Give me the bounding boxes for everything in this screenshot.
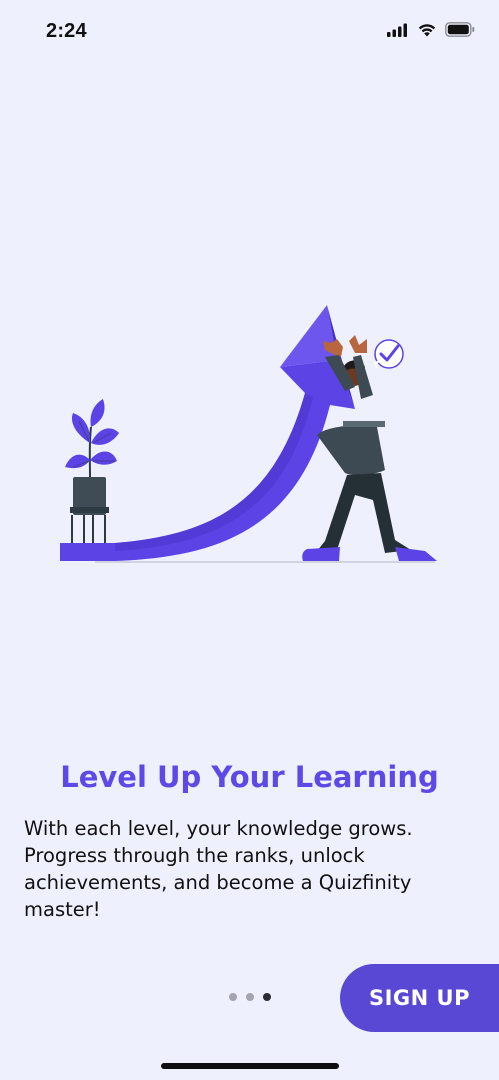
home-indicator[interactable] <box>161 1063 339 1069</box>
wifi-icon <box>418 24 436 37</box>
page-indicator <box>229 993 271 1001</box>
page-dot-3-active[interactable] <box>263 993 271 1001</box>
onboarding-description: With each level, your knowledge grows. P… <box>24 817 413 921</box>
battery-icon <box>445 22 475 37</box>
check-badge <box>373 339 404 369</box>
page-dot-1[interactable] <box>229 993 237 1001</box>
cellular-signal-icon <box>387 23 407 37</box>
onboarding-title: Level Up Your Learning <box>60 760 439 794</box>
status-time: 2:24 <box>46 20 87 42</box>
status-icons <box>387 22 475 37</box>
level-up-illustration <box>60 305 437 563</box>
status-bar: 2:24 <box>0 0 499 62</box>
page-dot-2[interactable] <box>246 993 254 1001</box>
sign-up-button[interactable]: SIGN UP <box>340 964 499 1032</box>
potted-plant <box>65 399 119 543</box>
